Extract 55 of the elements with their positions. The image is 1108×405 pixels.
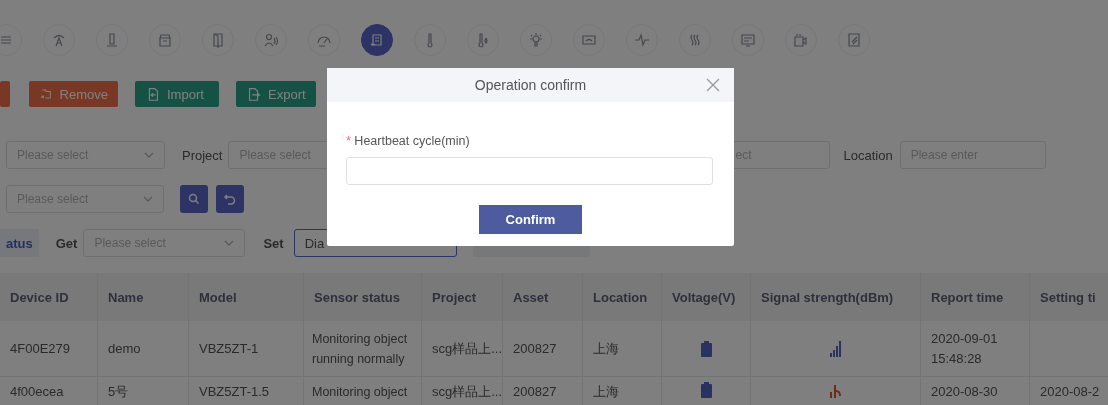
table-cell: VBZ5ZT-1 <box>189 321 304 377</box>
column-header: Name <box>98 273 189 321</box>
table-cell: demo <box>98 321 189 377</box>
column-header: Location <box>583 273 662 321</box>
remove-button[interactable]: Remove <box>29 81 118 107</box>
column-header: Signal strength(dBm) <box>751 273 921 321</box>
reset-button[interactable] <box>216 185 244 213</box>
toolbar-icon[interactable] <box>361 24 393 56</box>
close-icon[interactable] <box>706 78 720 92</box>
search-button[interactable] <box>180 185 208 213</box>
column-header: Asset <box>503 273 583 321</box>
export-button[interactable]: Export <box>236 81 316 107</box>
table-cell: 2020-09-01 15:48:28 <box>921 321 1030 377</box>
table-cell: Monitoring object running normally <box>304 321 422 377</box>
input-field[interactable] <box>346 157 713 185</box>
column-header: Report time <box>921 273 1030 321</box>
field-label: Location <box>843 147 893 163</box>
field-label: Set <box>263 235 284 251</box>
chevron-down-icon <box>224 238 235 248</box>
battery-icon <box>700 340 712 357</box>
field-label: Project <box>182 147 223 163</box>
table-cell: 200827 <box>503 321 583 377</box>
table-cell: Monitoring object <box>304 377 422 405</box>
search-icon <box>187 192 201 206</box>
table-cell: 4F00E279 <box>0 321 98 377</box>
confirm-button[interactable]: Confirm <box>479 205 582 234</box>
battery-icon <box>700 382 712 398</box>
chevron-down-icon <box>143 194 153 204</box>
field-label: Get <box>55 235 78 251</box>
table-cell: VBZ5ZT-1.5 <box>189 377 304 405</box>
table-cell: scg样品上... <box>422 377 503 405</box>
column-header: Model <box>189 273 304 321</box>
import-button[interactable]: Import <box>135 81 219 107</box>
column-header: Device ID <box>0 273 98 321</box>
column-header: Voltage(V) <box>662 273 751 321</box>
column-header: Setting ti <box>1030 273 1108 321</box>
chevron-down-icon <box>144 150 154 160</box>
field-label: Heartbeat cycle(min) <box>354 134 470 148</box>
reset-icon <box>223 192 237 206</box>
status-tab[interactable]: atus <box>0 229 39 257</box>
required-mark: * <box>346 134 351 148</box>
column-header: Project <box>422 273 503 321</box>
table-cell: 上海 <box>583 321 662 377</box>
table-cell: scg样品上... <box>422 321 503 377</box>
table-cell: 上海 <box>583 377 662 405</box>
folder-remove-icon <box>39 86 54 102</box>
dialog-title: Operation confirm <box>474 77 587 93</box>
table-cell: 4f00ecea <box>0 377 98 405</box>
table-cell: 5号 <box>98 377 189 405</box>
table-cell: 200827 <box>503 377 583 405</box>
table-cell: 2020-08-30 <box>921 377 1030 405</box>
toolbar-button[interactable] <box>0 81 10 107</box>
column-header: Sensor status <box>304 273 422 321</box>
file-arrow-icon <box>246 86 262 102</box>
table-cell: 2020-08-2 <box>1030 377 1108 405</box>
